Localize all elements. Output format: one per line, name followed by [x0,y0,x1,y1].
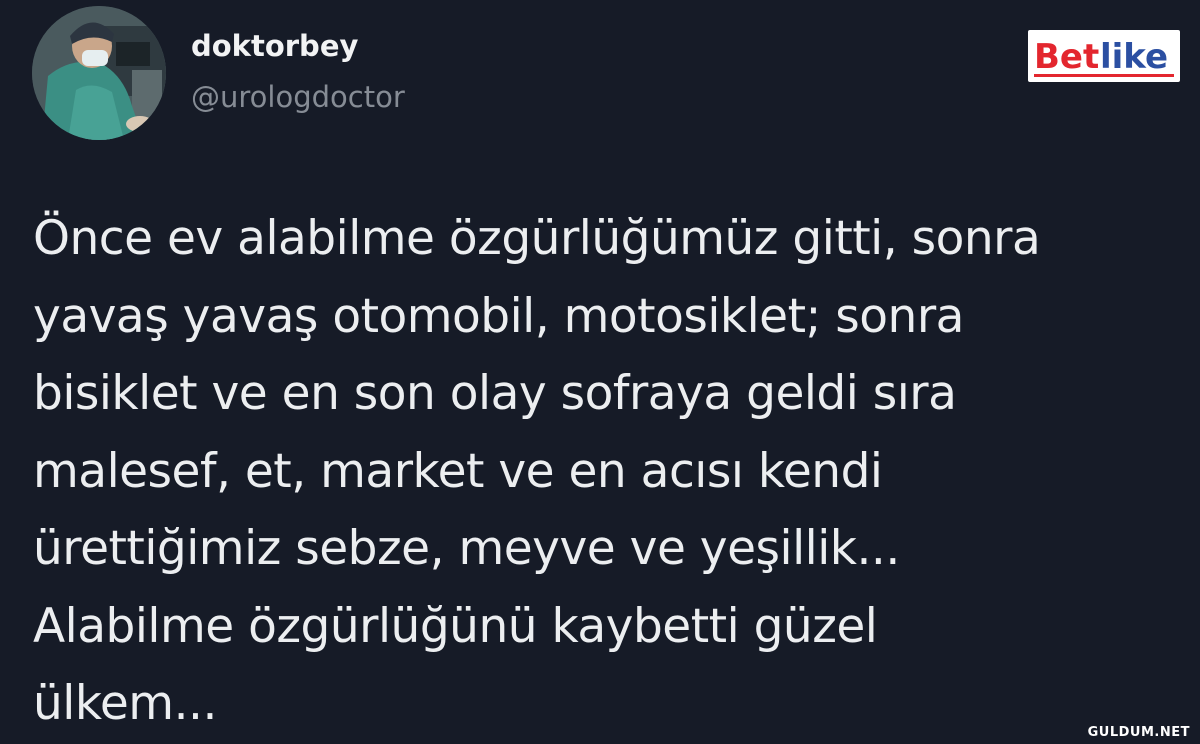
profile-avatar[interactable] [32,6,166,140]
tweet-text-line: ürettiğimiz sebze, meyve ve yeşillik... [33,521,900,576]
tweet-text-line: ülkem... [33,676,217,731]
tweet-text: Önce ev alabilme özgürlüğümüz gitti, son… [33,200,1153,743]
betlike-logo-icon: Bet like [1034,37,1174,77]
tweet-text-line: yavaş yavaş otomobil, motosiklet; sonra [33,288,964,344]
betlike-logo: Bet like [1028,30,1180,82]
tweet-text-line: Önce ev alabilme özgürlüğümüz gitti, son… [33,211,1041,266]
surgeon-avatar-icon [32,6,166,140]
user-handle[interactable]: @urologdoctor [191,80,405,114]
svg-text:Bet: Bet [1034,37,1099,77]
svg-text:like: like [1100,37,1168,77]
tweet-card: doktorbey @urologdoctor Bet like Önce ev… [0,0,1200,744]
tweet-text-line: Alabilme özgürlüğünü kaybetti güzel [33,598,878,654]
site-watermark: GULDUM.NET [1087,725,1190,740]
tweet-text-line: bisiklet ve en son olay sofraya geldi sı… [33,366,957,421]
display-name[interactable]: doktorbey [191,29,358,63]
tweet-text-line: malesef, et, market ve en acısı kendi [33,443,883,499]
